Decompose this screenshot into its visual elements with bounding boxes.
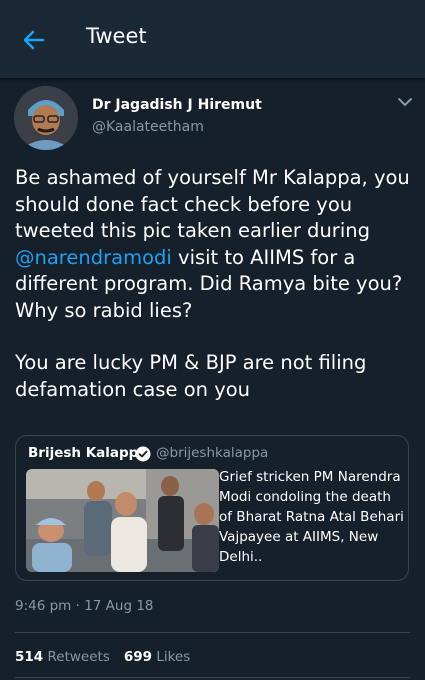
top-app-bar: Tweet [0, 0, 425, 78]
back-button[interactable] [18, 24, 50, 56]
author-avatar[interactable] [14, 86, 78, 150]
tweet-text: Be ashamed of yourself Mr Kalappa, you s… [15, 166, 410, 242]
quoted-media-image[interactable] [26, 469, 219, 572]
back-arrow-icon [23, 30, 45, 50]
tweet-body: Be ashamed of yourself Mr Kalappa, you s… [15, 165, 415, 403]
chevron-down-icon [398, 98, 412, 107]
likes-count: 699 [123, 649, 153, 665]
verified-badge-icon [135, 446, 151, 462]
engagement-stats: 514 Retweets 699 Likes [15, 649, 190, 665]
quoted-tweet-card[interactable]: Brijesh Kalappa @brijeshkalappa Grief st… [15, 435, 409, 581]
tweet-options-button[interactable] [396, 94, 414, 108]
author-name[interactable]: Dr Jagadish J Hiremut [92, 97, 262, 113]
quoted-tweet-text: Grief stricken PM Narendra Modi condolin… [219, 469, 404, 565]
mention-link[interactable]: @narendramodi [15, 246, 172, 269]
tweet-paragraph: You are lucky PM & BJP are not filing de… [15, 351, 367, 401]
likes-label: Likes [156, 649, 191, 665]
page-title: Tweet [86, 24, 147, 48]
divider [15, 677, 410, 678]
verified-badge [135, 446, 151, 462]
quoted-author-name: Brijesh Kalappa [28, 445, 148, 461]
tweet-paragraph: Be ashamed of yourself Mr Kalappa, you s… [15, 165, 415, 324]
likes-stat[interactable]: 699 Likes [124, 649, 190, 665]
retweets-stat[interactable]: 514 Retweets [15, 649, 110, 665]
retweets-count: 514 [15, 649, 44, 665]
quoted-author-handle: @brijeshkalappa [156, 445, 269, 461]
divider [15, 632, 410, 633]
author-handle[interactable]: @Kaalateetham [92, 119, 204, 135]
retweets-label: Retweets [47, 649, 110, 665]
tweet-timestamp: 9:46 pm · 17 Aug 18 [15, 598, 154, 614]
